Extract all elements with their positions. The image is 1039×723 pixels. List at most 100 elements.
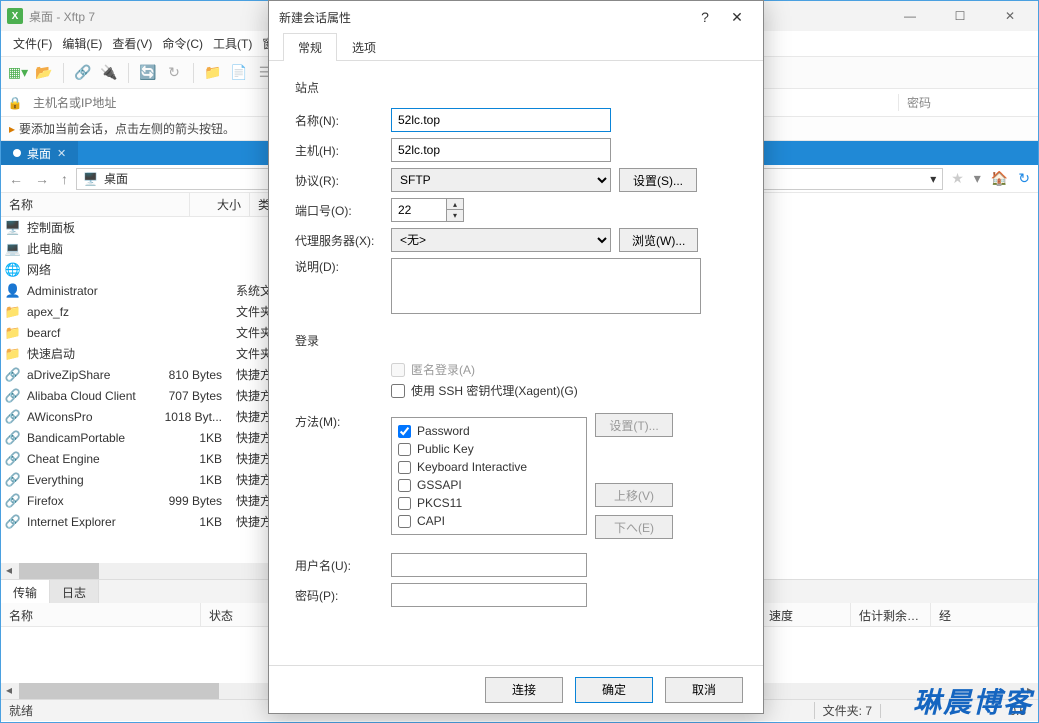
list-item[interactable]: 📁快速启动文件夹 bbox=[1, 343, 300, 364]
list-item[interactable]: 🔗BandicamPortable1KB快捷方 bbox=[1, 427, 300, 448]
bcol-name[interactable]: 名称 bbox=[1, 603, 201, 626]
scroll-thumb[interactable] bbox=[19, 563, 99, 579]
file-name: Firefox bbox=[27, 494, 144, 508]
bcol-ex[interactable]: 经 bbox=[931, 603, 1038, 626]
list-item[interactable]: 📁apex_fz文件夹 bbox=[1, 301, 300, 322]
list-item[interactable]: 🔗AWiconsPro1018 Byt...快捷方 bbox=[1, 406, 300, 427]
list-item[interactable]: 💻此电脑 bbox=[1, 238, 300, 259]
tab-general[interactable]: 常规 bbox=[283, 33, 337, 61]
menu-tools[interactable]: 工具(T) bbox=[209, 32, 256, 55]
dialog-tabs: 常规 选项 bbox=[269, 33, 763, 61]
maximize-button[interactable]: ☐ bbox=[938, 1, 982, 31]
new-folder-icon[interactable]: 📁 bbox=[202, 62, 224, 84]
method-checkbox[interactable] bbox=[398, 443, 411, 456]
lock-icon: 🔒 bbox=[1, 96, 29, 110]
method-label: PKCS11 bbox=[417, 496, 462, 510]
port-input[interactable] bbox=[391, 198, 447, 222]
xagent-checkbox[interactable] bbox=[391, 384, 405, 398]
file-list[interactable]: 🖥️控制面板💻此电脑🌐网络👤Administrator系统文📁apex_fz文件… bbox=[1, 217, 300, 563]
list-item[interactable]: 🖥️控制面板 bbox=[1, 217, 300, 238]
bcol-eta[interactable]: 估计剩余… bbox=[851, 603, 931, 626]
method-label: Keyboard Interactive bbox=[417, 460, 527, 474]
tab-log[interactable]: 日志 bbox=[50, 580, 99, 603]
cancel-button[interactable]: 取消 bbox=[665, 677, 743, 703]
list-item[interactable]: 🌐网络 bbox=[1, 259, 300, 280]
username-input[interactable] bbox=[391, 553, 587, 577]
list-item[interactable]: 👤Administrator系统文 bbox=[1, 280, 300, 301]
method-settings-button: 设置(T)... bbox=[595, 413, 673, 437]
port-spinner[interactable]: ▴▾ bbox=[391, 198, 464, 222]
list-item[interactable]: 🔗Internet Explorer1KB快捷方 bbox=[1, 511, 300, 532]
tab-desktop[interactable]: 桌面 ✕ bbox=[1, 141, 78, 165]
minimize-button[interactable]: — bbox=[888, 1, 932, 31]
method-option[interactable]: PKCS11 bbox=[398, 494, 580, 512]
nav-back-icon[interactable]: ← bbox=[5, 169, 27, 189]
connect-button[interactable]: 连接 bbox=[485, 677, 563, 703]
new-session-icon[interactable]: ▦▾ bbox=[7, 62, 29, 84]
method-checkbox[interactable] bbox=[398, 479, 411, 492]
method-option[interactable]: GSSAPI bbox=[398, 476, 580, 494]
dropdown-icon[interactable]: ▾ bbox=[970, 168, 985, 189]
list-item[interactable]: 🔗Cheat Engine1KB快捷方 bbox=[1, 448, 300, 469]
host-input[interactable] bbox=[391, 138, 611, 162]
dialog-close-button[interactable]: ✕ bbox=[721, 9, 753, 26]
hscroll[interactable]: ◂ ▸ bbox=[1, 563, 300, 579]
spin-up-icon[interactable]: ▴ bbox=[447, 199, 463, 210]
protocol-select[interactable]: SFTP bbox=[391, 168, 611, 192]
password-input[interactable] bbox=[391, 583, 587, 607]
nav-fwd-icon[interactable]: → bbox=[31, 169, 53, 189]
xagent-checkbox-row[interactable]: 使用 SSH 密钥代理(Xagent)(G) bbox=[391, 382, 737, 399]
method-checkbox[interactable] bbox=[398, 425, 411, 438]
refresh-icon[interactable]: ↻ bbox=[163, 62, 185, 84]
sync-icon[interactable]: 🔄 bbox=[137, 62, 159, 84]
spin-down-icon[interactable]: ▾ bbox=[447, 210, 463, 221]
new-file-icon[interactable]: 📄 bbox=[228, 62, 250, 84]
menu-view[interactable]: 查看(V) bbox=[108, 32, 156, 55]
description-input[interactable] bbox=[391, 258, 701, 314]
method-option[interactable]: Keyboard Interactive bbox=[398, 458, 580, 476]
nav-up-icon[interactable]: ↑ bbox=[57, 169, 72, 189]
menu-file[interactable]: 文件(F) bbox=[9, 32, 56, 55]
ok-button[interactable]: 确定 bbox=[575, 677, 653, 703]
file-name: Everything bbox=[27, 473, 144, 487]
help-button[interactable]: ? bbox=[689, 9, 721, 25]
method-option[interactable]: Password bbox=[398, 422, 580, 440]
list-item[interactable]: 🔗Alibaba Cloud Client707 Bytes快捷方 bbox=[1, 385, 300, 406]
menu-command[interactable]: 命令(C) bbox=[158, 32, 207, 55]
method-option[interactable]: CAPI bbox=[398, 512, 580, 530]
scroll-left-icon[interactable]: ◂ bbox=[1, 563, 17, 579]
dialog-body: 站点 名称(N): 主机(H): 协议(R): SFTP 设置(S)... 端口… bbox=[269, 61, 763, 665]
tab-transfer[interactable]: 传输 bbox=[1, 580, 50, 603]
open-icon[interactable]: 📂 bbox=[33, 62, 55, 84]
disconnect-icon[interactable]: 🔌 bbox=[98, 62, 120, 84]
list-item[interactable]: 🔗aDriveZipShare810 Bytes快捷方 bbox=[1, 364, 300, 385]
link-icon[interactable]: 🔗 bbox=[72, 62, 94, 84]
proxy-browse-button[interactable]: 浏览(W)... bbox=[619, 228, 698, 252]
proxy-select[interactable]: <无> bbox=[391, 228, 611, 252]
name-input[interactable] bbox=[391, 108, 611, 132]
group-login: 登录 bbox=[295, 332, 737, 349]
star-icon[interactable]: ★ bbox=[947, 168, 968, 189]
method-checkbox[interactable] bbox=[398, 461, 411, 474]
tab-close-icon[interactable]: ✕ bbox=[57, 147, 66, 160]
label-pwd: 密码(P): bbox=[295, 587, 391, 604]
methods-list[interactable]: PasswordPublic Key Keyboard Interactive GS… bbox=[391, 417, 587, 535]
bcol-status[interactable]: 状态 bbox=[201, 603, 271, 626]
list-item[interactable]: 🔗Firefox999 Bytes快捷方 bbox=[1, 490, 300, 511]
method-checkbox[interactable] bbox=[398, 497, 411, 510]
list-item[interactable]: 📁bearcf文件夹 bbox=[1, 322, 300, 343]
list-item[interactable]: 🔗Everything1KB快捷方 bbox=[1, 469, 300, 490]
reload-icon[interactable]: ↻ bbox=[1014, 168, 1034, 189]
tab-options[interactable]: 选项 bbox=[337, 33, 391, 61]
col-size[interactable]: 大小 bbox=[190, 193, 250, 216]
method-checkbox[interactable] bbox=[398, 515, 411, 528]
method-option[interactable]: Public Key bbox=[398, 440, 580, 458]
close-button[interactable]: ✕ bbox=[988, 1, 1032, 31]
protocol-settings-button[interactable]: 设置(S)... bbox=[619, 168, 697, 192]
bcol-speed[interactable]: 速度 bbox=[761, 603, 851, 626]
home-icon[interactable]: 🏠 bbox=[987, 168, 1012, 189]
file-icon: 🔗 bbox=[5, 451, 21, 467]
chevron-down-icon[interactable]: ▾ bbox=[930, 172, 936, 186]
menu-edit[interactable]: 编辑(E) bbox=[58, 32, 106, 55]
col-name[interactable]: 名称 bbox=[1, 193, 190, 216]
